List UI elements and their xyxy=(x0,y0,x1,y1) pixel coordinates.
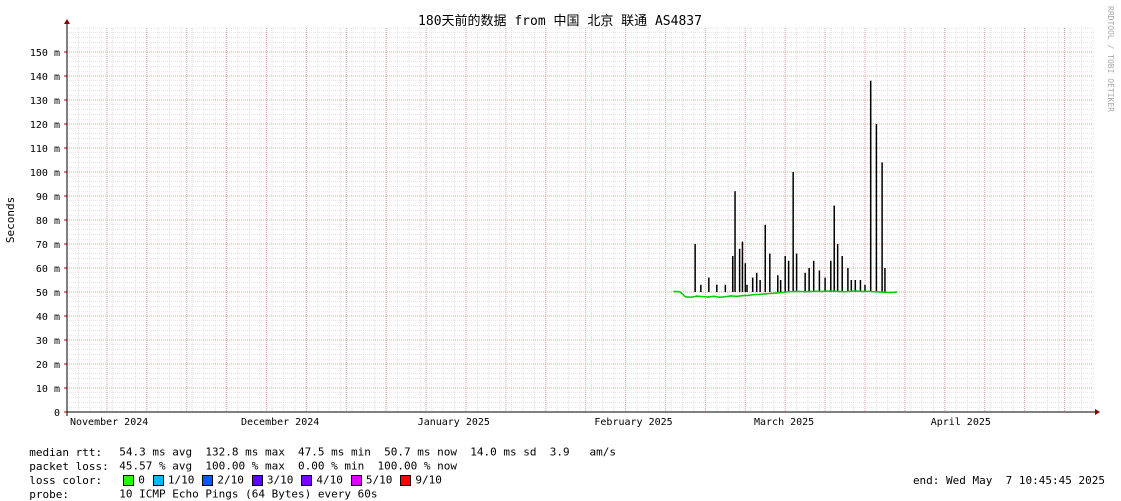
median-point xyxy=(724,296,727,298)
x-tick-label: November 2024 xyxy=(70,417,148,428)
median-point xyxy=(861,290,863,293)
y-tick-label: 10 m xyxy=(36,384,60,395)
y-axis-arrow xyxy=(64,19,70,24)
y-tick-label: 20 m xyxy=(36,360,60,371)
median-point xyxy=(758,293,761,296)
median-point xyxy=(844,290,846,293)
median-point xyxy=(815,290,818,293)
y-axis-label: Seconds xyxy=(4,197,17,243)
loss-color-swatch xyxy=(400,474,412,486)
median-point xyxy=(878,291,881,293)
median-point xyxy=(770,292,772,295)
y-tick-label: 0 xyxy=(54,408,60,419)
x-tick-label: December 2024 xyxy=(241,417,319,428)
median-point xyxy=(673,290,675,293)
y-tick-label: 80 m xyxy=(36,216,60,227)
median-point xyxy=(701,295,704,298)
median-point xyxy=(855,290,858,292)
probe-label: probe: xyxy=(29,487,69,501)
x-tick-label: February 2025 xyxy=(594,417,672,428)
median-point xyxy=(872,290,875,293)
median-point xyxy=(707,296,710,298)
chart-title: 180天前的数据 from 中国 北京 联通 AS4837 xyxy=(418,13,702,29)
median-point xyxy=(832,290,835,293)
median-point xyxy=(787,290,789,293)
y-tick-label: 70 m xyxy=(36,240,60,251)
median-point xyxy=(735,295,738,298)
y-tick-label: 130 m xyxy=(30,96,60,107)
y-tick-label: 90 m xyxy=(36,192,60,203)
median-point xyxy=(684,296,687,298)
probe-value: 10 ICMP Echo Pings (64 Bytes) every 60s xyxy=(119,487,378,501)
median-point xyxy=(827,290,829,292)
median-point xyxy=(678,290,681,293)
y-tick-label: 120 m xyxy=(30,120,60,131)
median-point xyxy=(775,292,778,294)
y-tick-label: 140 m xyxy=(30,72,60,83)
y-tick-label: 50 m xyxy=(36,288,60,299)
median-point xyxy=(810,290,812,293)
median-point xyxy=(690,296,692,299)
median-point xyxy=(889,291,892,294)
median-point xyxy=(718,296,721,299)
median-point xyxy=(895,291,898,293)
y-tick-label: 40 m xyxy=(36,312,60,323)
x-tick-label: March 2025 xyxy=(754,417,814,428)
median-point xyxy=(781,291,784,294)
smokeping-chart: 0 10 m 20 m 30 m 40 m 50 m 60 m 70 m 80 m 90 m 100… xyxy=(4,6,1115,428)
y-tick-label: 60 m xyxy=(36,264,60,275)
y-tick-label: 30 m xyxy=(36,336,60,347)
median-point xyxy=(798,290,801,293)
rrdtool-watermark: RRDTOOL / TOBI OETIKER xyxy=(1106,6,1115,112)
median-point xyxy=(838,290,841,293)
median-point xyxy=(713,295,715,298)
probe-row: probe: 10 ICMP Echo Pings (64 Bytes) ever… xyxy=(16,474,378,501)
y-tick-label: 110 m xyxy=(30,144,60,155)
plot-area xyxy=(673,80,898,299)
median-point xyxy=(821,290,824,293)
median-point xyxy=(696,295,698,297)
loss-color-label-item: 9/10 xyxy=(415,473,442,487)
y-tick-label: 150 m xyxy=(30,48,60,59)
end-time: end: Wed May 7 10:45:45 2025 xyxy=(912,474,1105,487)
grid xyxy=(66,27,1094,413)
x-axis-arrow xyxy=(1095,409,1100,415)
median-point xyxy=(764,293,767,295)
y-tick-label: 100 m xyxy=(30,168,60,179)
median-point xyxy=(730,295,732,297)
median-point xyxy=(867,290,869,293)
median-point xyxy=(804,290,806,293)
median-point xyxy=(849,290,852,293)
median-point xyxy=(741,294,744,297)
median-point xyxy=(884,291,886,294)
x-tick-label: January 2025 xyxy=(418,417,490,428)
x-tick-label: April 2025 xyxy=(931,417,991,428)
median-point xyxy=(792,290,795,293)
median-point xyxy=(747,294,749,297)
median-point xyxy=(753,293,755,296)
